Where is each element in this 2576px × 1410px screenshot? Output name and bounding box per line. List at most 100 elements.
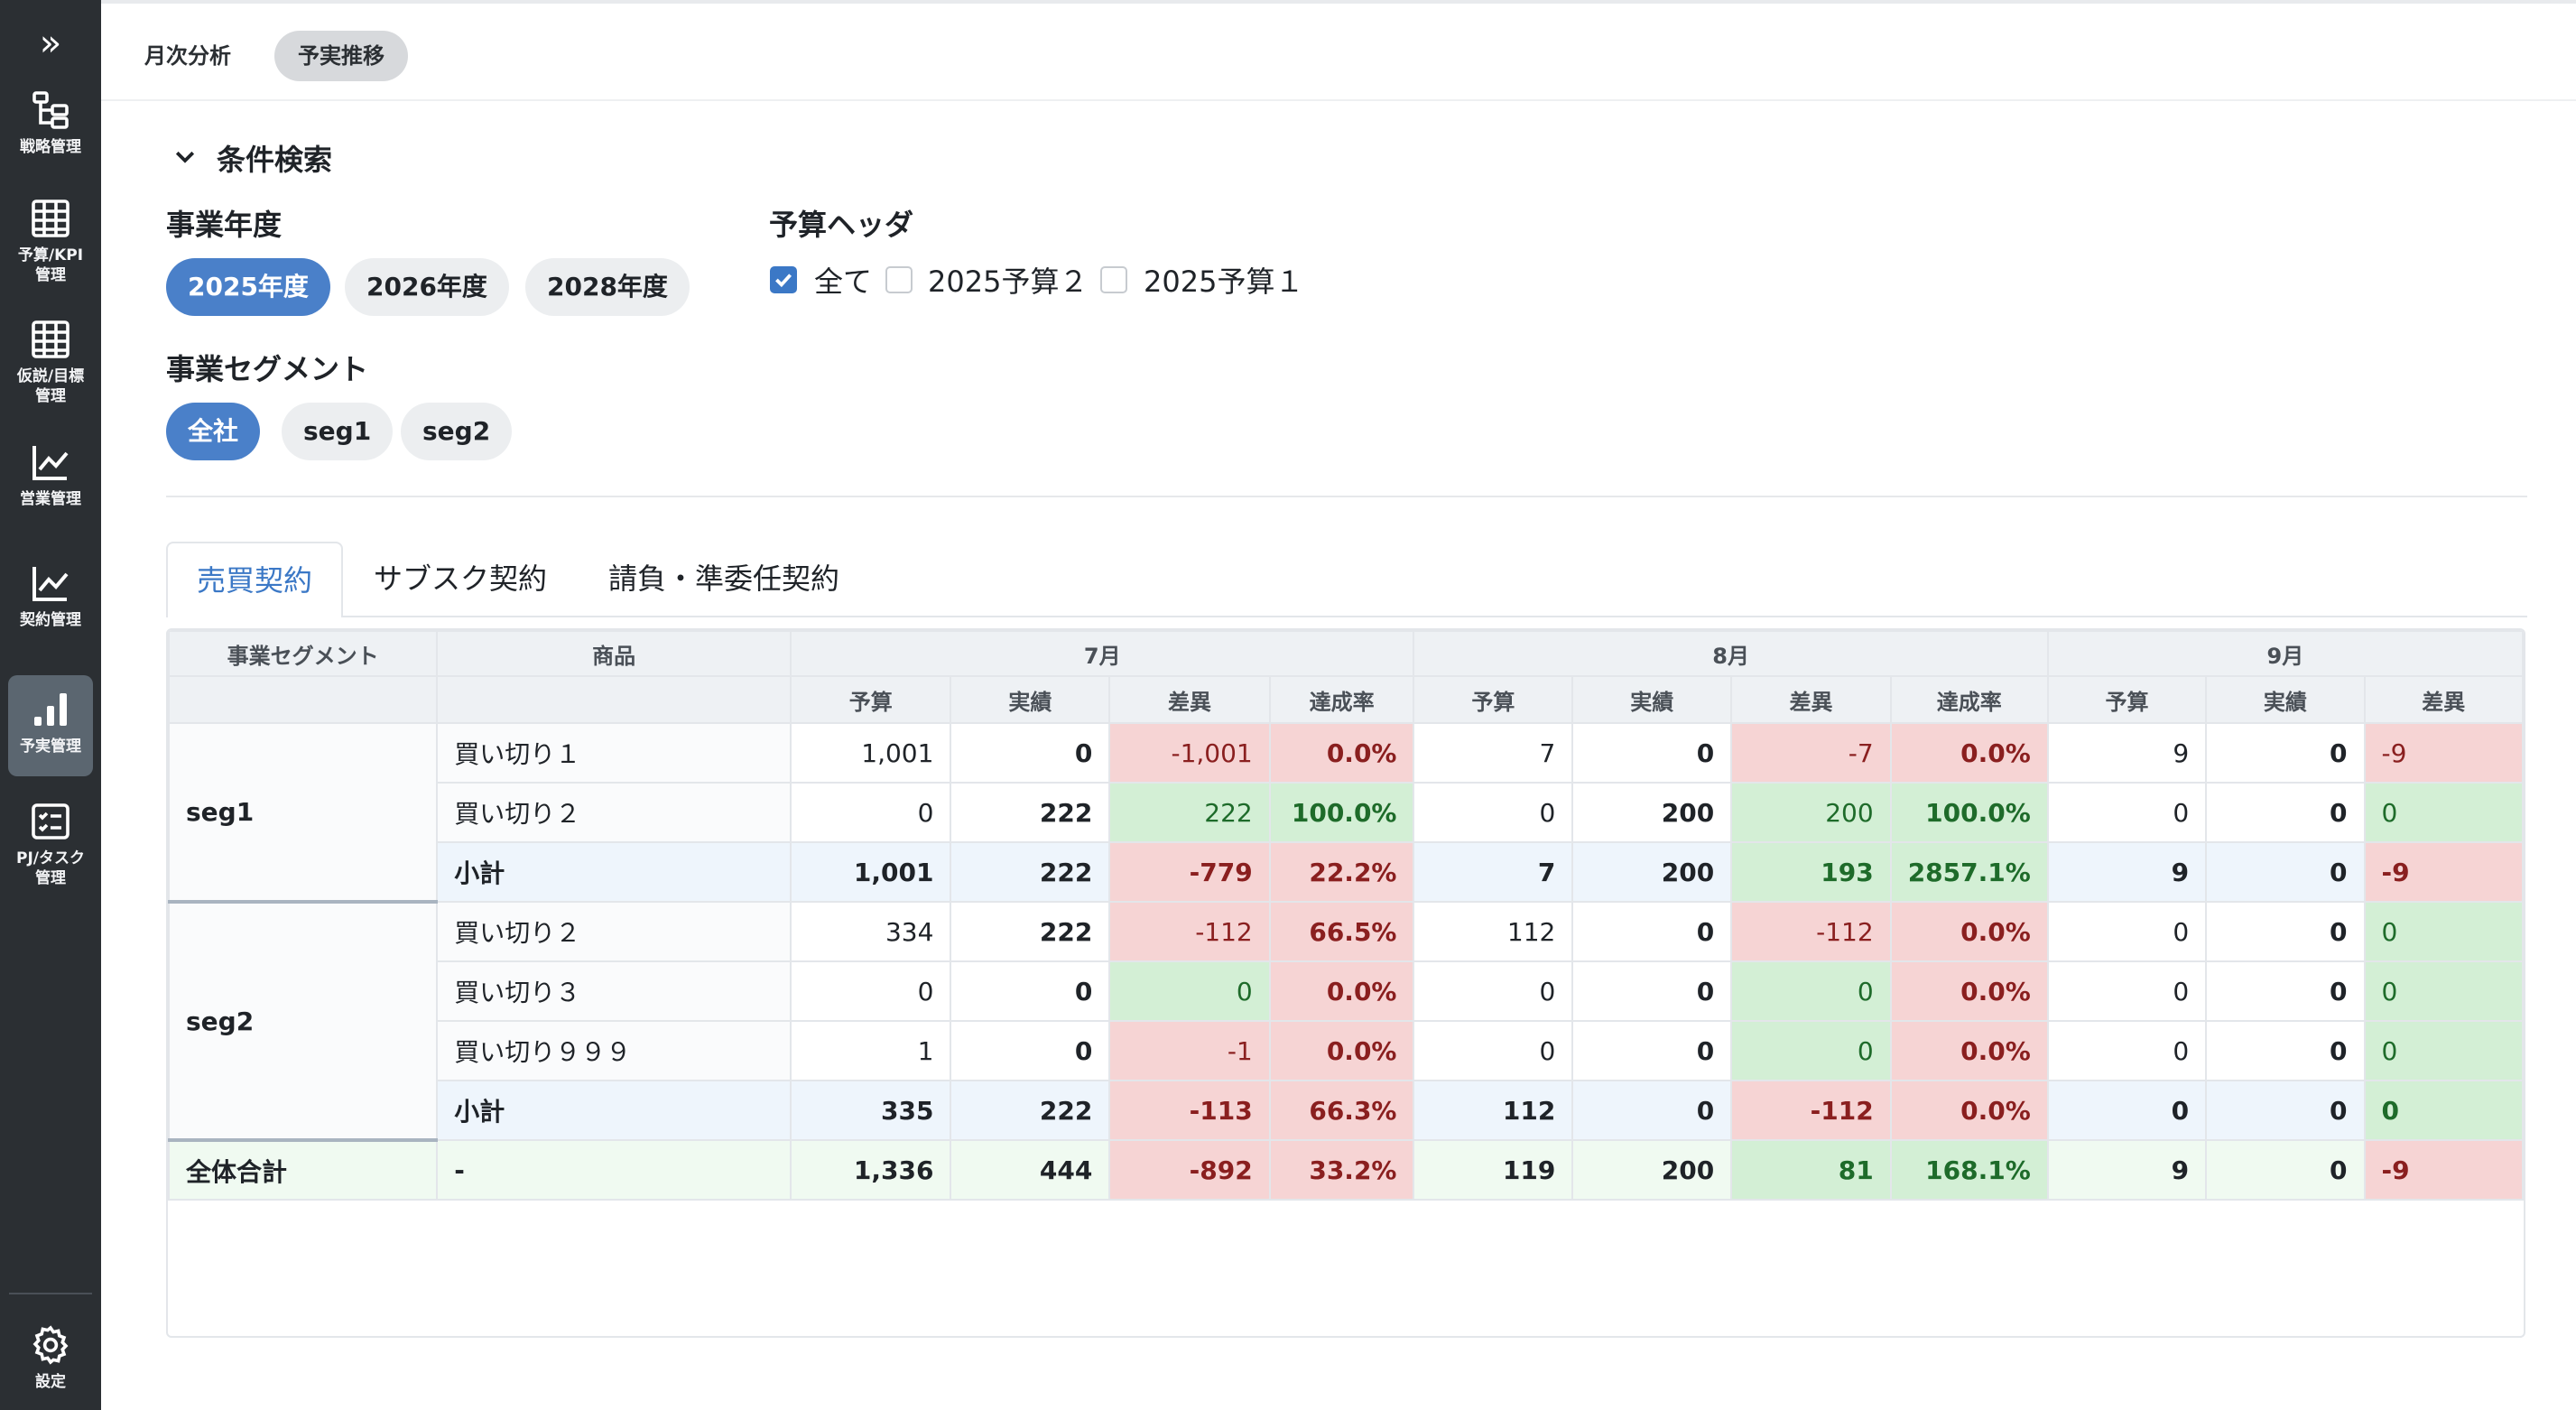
segment-option[interactable]: 全社	[166, 403, 261, 460]
table-row: 買い切り２ 0 222 222 100.0% 0 200 200 100.0% …	[169, 782, 2524, 843]
column-header-budget[interactable]: 予算	[790, 675, 952, 724]
actual-cell: 200	[1571, 782, 1733, 843]
product-cell: 買い切り２	[436, 901, 792, 962]
subtotal-row: 小計 335 222 -113 66.3% 112 0 -112 0.0% 0 …	[169, 1080, 2524, 1141]
budget-cell: 0	[1413, 960, 1574, 1022]
budget-cell: 7	[1413, 722, 1574, 784]
variance-cell: 0	[2363, 901, 2524, 962]
sidebar-item-contract[interactable]: 契約管理	[8, 549, 93, 650]
column-header-achievement[interactable]: 達成率	[1268, 675, 1415, 724]
line-chart-icon	[32, 567, 69, 601]
fiscal-year-option[interactable]: 2025年度	[166, 258, 330, 316]
sidebar-item-hypothesis[interactable]: 仮説/目標 管理	[8, 305, 93, 406]
variance-cell: 0	[1730, 960, 1892, 1022]
segment-label: 事業セグメント	[166, 352, 369, 386]
bar-chart-icon	[34, 693, 67, 726]
tab-monthly-analysis[interactable]: 月次分析	[121, 31, 255, 81]
chevron-down-icon[interactable]	[171, 143, 199, 170]
sidebar-item-label: 予実管理	[20, 737, 81, 756]
budget-cell: 0	[1413, 1020, 1574, 1081]
achievement-cell: 0.0%	[1268, 1020, 1415, 1081]
variance-cell: -112	[1730, 1080, 1892, 1141]
tab-sales-contract[interactable]: 売買契約	[166, 542, 343, 617]
subtotal-row: 小計 1,001 222 -779 22.2% 7 200 193 2857.1…	[169, 841, 2524, 903]
table-row: 買い切り３ 0 0 0 0.0% 0 0 0 0.0% 0 0 0	[169, 960, 2524, 1022]
achievement-cell: 33.2%	[1268, 1139, 1415, 1201]
column-header-variance[interactable]: 差異	[1730, 675, 1892, 724]
column-header-product[interactable]: 商品	[436, 630, 792, 677]
budget-header-label: 予算ヘッダ	[769, 208, 914, 242]
segment-option[interactable]: seg1	[282, 403, 394, 460]
budget-header-checkbox[interactable]	[770, 266, 797, 293]
variance-cell: 0	[2363, 782, 2524, 843]
variance-cell: 0	[2363, 1020, 2524, 1081]
grand-total-row: 全体合計 - 1,336 444 -892 33.2% 119 200 81 1…	[168, 1139, 2524, 1201]
segment-cell: seg1	[168, 722, 439, 904]
variance-cell: -1	[1108, 1020, 1271, 1081]
sidebar-item-project-task[interactable]: PJ/タスク 管理	[8, 787, 93, 888]
column-header-actual[interactable]: 実績	[1571, 675, 1733, 724]
achievement-cell: 0.0%	[1889, 1080, 2049, 1141]
fiscal-year-option[interactable]: 2028年度	[525, 258, 690, 316]
actual-cell: 222	[950, 901, 1111, 962]
budget-cell: 334	[790, 901, 952, 962]
column-header-actual[interactable]: 実績	[2205, 675, 2366, 724]
sidebar: » 戦略管理 予算/KPI 管理 仮説/目標 管理 営業管理 契約管理 予実管理…	[0, 0, 101, 1410]
budget-cell: 1,001	[790, 722, 952, 784]
budget-header-option-label: 2025予算２	[928, 264, 1089, 299]
variance-cell: 0	[2363, 1080, 2524, 1141]
variance-cell: -112	[1730, 901, 1892, 962]
actual-cell: 200	[1571, 841, 1733, 903]
actual-cell: 0	[1571, 960, 1733, 1022]
product-cell: 買い切り９９９	[436, 1020, 792, 1081]
column-header-budget[interactable]: 予算	[2046, 675, 2208, 724]
sidebar-item-budget-actual[interactable]: 予実管理	[8, 675, 93, 776]
budget-cell: 0	[790, 782, 952, 843]
budget-header-checkbox[interactable]	[1100, 266, 1127, 293]
tab-subscription-contract[interactable]: サブスク契約	[374, 542, 547, 617]
budget-cell: 0	[790, 960, 952, 1022]
column-header-variance[interactable]: 差異	[1108, 675, 1271, 724]
variance-cell: -892	[1108, 1139, 1271, 1201]
column-header-variance[interactable]: 差異	[2363, 675, 2524, 724]
budget-cell: 0	[2046, 901, 2208, 962]
actual-cell: 0	[2205, 722, 2366, 784]
actual-cell: 0	[950, 722, 1111, 784]
column-header-achievement[interactable]: 達成率	[1889, 675, 2049, 724]
month-header: 9月	[2046, 630, 2524, 677]
segment-option[interactable]: seg2	[401, 403, 513, 460]
column-header-budget[interactable]: 予算	[1413, 675, 1574, 724]
chevrons-right-icon[interactable]: »	[0, 18, 101, 69]
actual-cell: 200	[1571, 1139, 1733, 1201]
budget-header-checkbox[interactable]	[885, 266, 913, 293]
actual-cell: 0	[950, 1020, 1111, 1081]
tab-budget-actual-trend[interactable]: 予実推移	[274, 31, 408, 81]
budget-cell: 335	[790, 1080, 952, 1141]
actual-cell: 0	[2205, 1139, 2366, 1201]
budget-cell: 1,001	[790, 841, 952, 903]
column-header-actual[interactable]: 実績	[950, 675, 1111, 724]
budget-header-option-label: 2025予算１	[1144, 264, 1304, 299]
sidebar-item-budget-kpi[interactable]: 予算/KPI 管理	[8, 184, 93, 285]
tab-outsourcing-contract[interactable]: 請負・準委任契約	[608, 542, 839, 617]
tab-underline	[343, 616, 2527, 617]
sidebar-item-label: 営業管理	[20, 490, 81, 508]
sidebar-divider	[9, 1293, 92, 1294]
actual-cell: 0	[1571, 1080, 1733, 1141]
header-blank	[168, 675, 439, 724]
actual-cell: 444	[950, 1139, 1111, 1201]
fiscal-year-option[interactable]: 2026年度	[345, 258, 509, 316]
actual-cell: 0	[2205, 901, 2366, 962]
sidebar-item-strategy[interactable]: 戦略管理	[8, 76, 93, 177]
variance-cell: -9	[2363, 722, 2524, 784]
month-header: 8月	[1413, 630, 2049, 677]
actual-cell: 0	[2205, 960, 2366, 1022]
variance-cell: 193	[1730, 841, 1892, 903]
column-header-segment[interactable]: 事業セグメント	[168, 630, 439, 677]
sidebar-item-settings[interactable]: 設定	[8, 1311, 93, 1403]
sidebar-item-sales[interactable]: 営業管理	[8, 428, 93, 529]
table-icon	[32, 199, 69, 237]
search-title[interactable]: 条件検索	[217, 137, 332, 179]
achievement-cell: 22.2%	[1268, 841, 1415, 903]
variance-cell: -9	[2363, 841, 2524, 903]
